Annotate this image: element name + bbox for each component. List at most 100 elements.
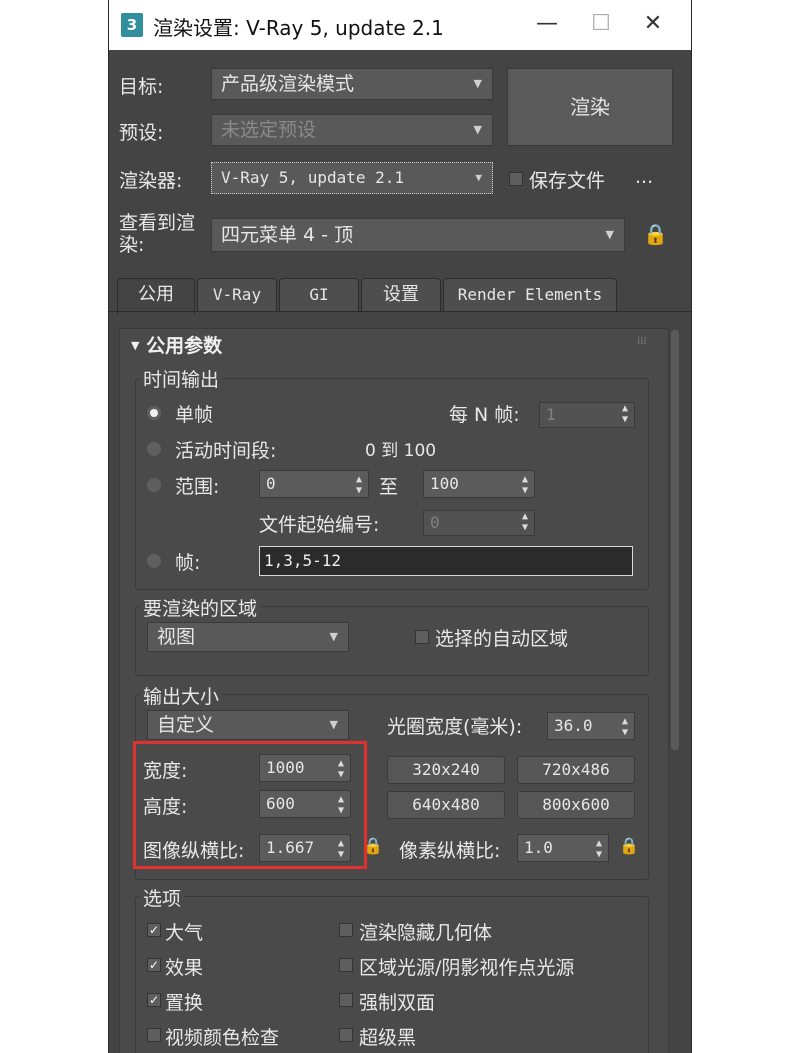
- atmosphere-checkbox[interactable]: ✓: [147, 923, 161, 937]
- pixel-aspect-spinner[interactable]: 1.0 ▲ ▼: [517, 834, 609, 862]
- spinner-arrows-icon: ▲ ▼: [621, 716, 628, 738]
- file-start-spinner[interactable]: 0 ▲ ▼: [423, 510, 535, 536]
- output-preset-dropdown[interactable]: 自定义 ▼: [147, 710, 349, 740]
- tab-render-elements[interactable]: Render Elements: [443, 278, 617, 312]
- view-value: 四元菜单 4 - 顶: [221, 224, 354, 246]
- tab-settings[interactable]: 设置: [361, 278, 441, 312]
- aperture-spinner[interactable]: 36.0 ▲ ▼: [547, 712, 635, 740]
- aperture-value: 36.0: [554, 716, 593, 735]
- view-label-line1: 查看到渲: [119, 212, 196, 234]
- collapse-icon: ▼: [131, 339, 140, 352]
- time-output-title: 时间输出: [140, 365, 223, 392]
- render-hidden-label: 渲染隐藏几何体: [359, 922, 493, 944]
- super-black-checkbox[interactable]: [339, 1028, 353, 1042]
- minimize-button[interactable]: —: [523, 6, 571, 44]
- renderer-dropdown[interactable]: V-Ray 5, update 2.1 ▼: [211, 162, 493, 194]
- single-frame-radio[interactable]: [147, 406, 161, 420]
- effects-checkbox[interactable]: ✓: [147, 958, 161, 972]
- every-n-value: 1: [546, 405, 556, 424]
- preset-640x480-button[interactable]: 640x480: [387, 791, 505, 819]
- save-file-checkbox[interactable]: [509, 172, 523, 186]
- range-radio[interactable]: [147, 478, 161, 492]
- spinner-arrows-icon: ▲ ▼: [521, 474, 528, 496]
- auto-region-label: 选择的自动区域: [435, 628, 569, 650]
- preset-label: 预设:: [119, 122, 164, 144]
- highlight-annotation: [133, 741, 367, 869]
- app-icon: 3: [121, 13, 143, 37]
- frames-label: 帧:: [175, 552, 201, 574]
- chevron-down-icon: ▼: [605, 228, 614, 241]
- tab-common[interactable]: 公用: [117, 278, 195, 314]
- lock-icon[interactable]: 🔒: [643, 222, 668, 246]
- renderer-label: 渲染器:: [119, 170, 183, 192]
- frames-input[interactable]: 1,3,5-12: [259, 546, 633, 576]
- chevron-down-icon: ▼: [329, 718, 338, 731]
- file-start-value: 0: [430, 513, 440, 532]
- range-start-value: 0: [266, 474, 276, 493]
- atmosphere-label: 大气: [165, 922, 204, 944]
- target-value: 产品级渲染模式: [221, 73, 355, 95]
- save-file-label: 保存文件: [529, 170, 606, 192]
- range-end-value: 100: [430, 474, 459, 493]
- render-button[interactable]: 渲染: [507, 68, 673, 146]
- render-settings-window: 3 渲染设置: V-Ray 5, update 2.1 — ☐ ✕ 目标: 产品…: [108, 0, 692, 1053]
- preset-320x240-button[interactable]: 320x240: [387, 756, 505, 784]
- target-dropdown[interactable]: 产品级渲染模式 ▼: [211, 68, 493, 100]
- tab-vray[interactable]: V-Ray: [197, 278, 277, 312]
- tab-divider: [109, 311, 691, 312]
- target-label: 目标:: [119, 76, 164, 98]
- area-lights-checkbox[interactable]: [339, 958, 353, 972]
- area-lights-label: 区域光源/阴影视作点光源: [359, 957, 575, 979]
- chevron-down-icon: ▼: [329, 630, 338, 643]
- displacement-checkbox[interactable]: ✓: [147, 993, 161, 1007]
- range-label: 范围:: [175, 476, 220, 498]
- effects-label: 效果: [165, 957, 204, 979]
- render-hidden-checkbox[interactable]: [339, 923, 353, 937]
- area-value: 视图: [157, 626, 196, 648]
- area-dropdown[interactable]: 视图 ▼: [147, 622, 349, 652]
- view-dropdown[interactable]: 四元菜单 4 - 顶 ▼: [211, 218, 625, 252]
- every-n-label: 每 N 帧:: [449, 404, 520, 426]
- active-segment-radio[interactable]: [147, 442, 161, 456]
- auto-region-checkbox[interactable]: [415, 630, 429, 644]
- super-black-label: 超级黑: [359, 1027, 417, 1049]
- range-end-spinner[interactable]: 100 ▲ ▼: [423, 470, 535, 498]
- title-bar: 3 渲染设置: V-Ray 5, update 2.1 — ☐ ✕: [109, 0, 691, 50]
- panel-scrollbar[interactable]: [671, 330, 679, 750]
- area-title: 要渲染的区域: [140, 594, 261, 621]
- preset-800x600-button[interactable]: 800x600: [517, 791, 635, 819]
- range-to-label: 至: [379, 476, 399, 498]
- rollout-header[interactable]: ▼ 公用参数: [131, 331, 222, 358]
- view-label-line2: 染:: [119, 234, 145, 256]
- aperture-label: 光圈宽度(毫米):: [387, 716, 523, 738]
- video-color-check-label: 视频颜色检查: [165, 1027, 280, 1049]
- range-start-spinner[interactable]: 0 ▲ ▼: [259, 470, 369, 498]
- active-range-text: 0 到 100: [365, 441, 437, 461]
- frames-radio[interactable]: [147, 554, 161, 568]
- spinner-arrows-icon: ▲ ▼: [595, 838, 602, 860]
- preset-value: 未选定预设: [221, 119, 317, 141]
- options-title: 选项: [140, 884, 185, 911]
- chevron-down-icon: ▼: [473, 123, 482, 136]
- more-button[interactable]: ...: [635, 166, 653, 188]
- maximize-button[interactable]: ☐: [577, 6, 625, 44]
- close-button[interactable]: ✕: [629, 6, 677, 44]
- chevron-down-icon: ▼: [475, 171, 482, 184]
- grip-icon: ⁞⁞⁞: [637, 336, 647, 347]
- output-preset-value: 自定义: [157, 714, 215, 736]
- pixel-aspect-lock-icon[interactable]: 🔒: [619, 836, 639, 855]
- active-segment-label: 活动时间段:: [175, 440, 277, 462]
- preset-720x486-button[interactable]: 720x486: [517, 756, 635, 784]
- every-n-spinner[interactable]: 1 ▲ ▼: [539, 402, 635, 428]
- pixel-aspect-value: 1.0: [524, 838, 553, 857]
- spinner-arrows-icon: ▲ ▼: [355, 474, 362, 496]
- video-color-check-checkbox[interactable]: [147, 1028, 161, 1042]
- preset-dropdown[interactable]: 未选定预设 ▼: [211, 114, 493, 146]
- pixel-aspect-label: 像素纵横比:: [399, 840, 501, 862]
- view-label: 查看到渲 染:: [119, 212, 195, 256]
- force-2sided-label: 强制双面: [359, 992, 436, 1014]
- renderer-value: V-Ray 5, update 2.1: [221, 168, 405, 187]
- tab-gi[interactable]: GI: [279, 278, 359, 312]
- displacement-label: 置换: [165, 992, 204, 1014]
- force-2sided-checkbox[interactable]: [339, 993, 353, 1007]
